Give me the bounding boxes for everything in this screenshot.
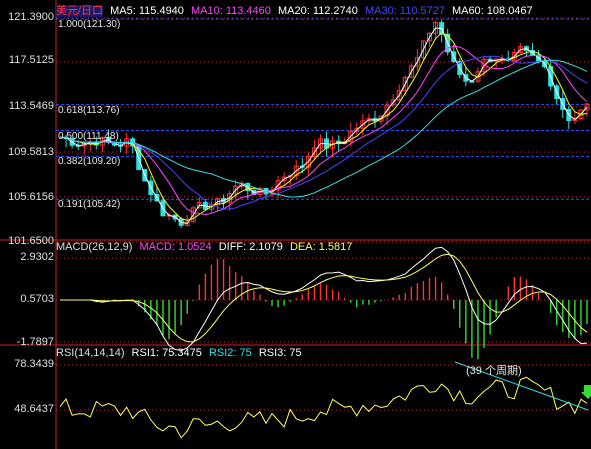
rsi-line (59, 376, 588, 439)
rsi-name: RSI(14,14,14) (56, 347, 125, 359)
rsi-period-annotation: (39 个周期) (466, 365, 522, 377)
rsi-tick-label: 48.6437 (14, 403, 54, 415)
dea-value: DEA: 1.5817 (289, 241, 353, 253)
main-legend: 美元/日口 MA5: 115.4940 MA10: 113.4460 MA20:… (56, 2, 537, 18)
y-tick-label: 113.5469 (8, 100, 54, 112)
rsi1-value: RSI1: 75.3475 (131, 347, 202, 359)
fib-label: 0.500(111.48) (58, 131, 119, 142)
ma10-label: MA10: 113.4460 (190, 5, 271, 17)
moving-average-line (59, 55, 588, 210)
fib-label: 1.000(121.30) (58, 19, 121, 30)
moving-average-line (59, 59, 588, 198)
diff-value: DIFF: 2.1079 (218, 241, 283, 253)
ma5-label: MA5: 115.4940 (110, 5, 184, 17)
y-tick-label: 105.6156 (8, 191, 54, 203)
down-arrow-icon (581, 385, 591, 399)
macd-legend: MACD(26,12,9) MACD: 1.0524 DIFF: 2.1079 … (56, 241, 356, 253)
ma30-label: MA30: 110.5727 (364, 5, 445, 17)
chart-canvas[interactable] (0, 0, 591, 449)
macd-name: MACD(26,12,9) (56, 241, 133, 253)
rsi3-value: RSI3: 75 (258, 347, 302, 359)
macd-tick-label: -1.7897 (16, 336, 54, 348)
symbol-label[interactable]: 美元/日口 (56, 5, 104, 17)
fib-label: 0.191(105.42) (58, 199, 121, 210)
y-tick-label: 117.5125 (8, 54, 54, 66)
ma60-label: MA60: 108.0467 (451, 5, 533, 17)
rsi2-value: RSI2: 75 (208, 347, 252, 359)
macd-value: MACD: 1.0524 (139, 241, 212, 253)
macd-tick-label: 0.5703 (20, 293, 54, 305)
macd-tick-label: 2.9302 (20, 251, 54, 263)
y-tick-label: 121.3900 (8, 11, 54, 23)
fib-label: 0.382(109.20) (58, 156, 121, 167)
rsi-tick-label: 78.3439 (14, 358, 54, 370)
rsi-legend: RSI(14,14,14) RSI1: 75.3475 RSI2: 75 RSI… (56, 347, 306, 359)
y-tick-label: 109.5813 (8, 146, 54, 158)
y-tick-label: 101.6500 (8, 235, 54, 247)
fib-label: 0.618(113.76) (58, 105, 120, 116)
ma20-label: MA20: 112.2740 (277, 5, 358, 17)
